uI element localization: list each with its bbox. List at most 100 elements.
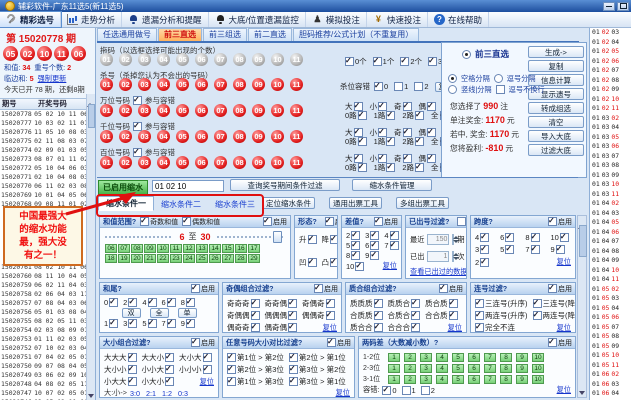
reset-link[interactable]: 复位 <box>448 323 462 333</box>
checkbox-icon[interactable] <box>227 353 236 362</box>
toolbar-item-3[interactable]: 遗漏分析和提醒 <box>122 12 209 27</box>
filter-option[interactable]: 3 <box>365 231 379 240</box>
filter-option[interactable]: 2个 <box>400 56 422 67</box>
sum-cell[interactable]: 18 <box>105 254 117 263</box>
filter-option[interactable]: 升 <box>299 234 317 245</box>
diff-cell[interactable]: 1 <box>388 353 400 362</box>
number-ball[interactable]: 07 <box>214 156 227 169</box>
table-row[interactable]: 1502077102 10 04 08 03 <box>0 173 88 182</box>
filter-option[interactable]: 凸 <box>322 257 339 268</box>
tab-1[interactable]: 任选通用做号 <box>97 28 157 41</box>
checkbox-icon[interactable] <box>358 137 367 146</box>
checkbox-icon[interactable] <box>531 233 540 242</box>
diff-cell[interactable]: 6 <box>468 364 480 373</box>
diff-cell[interactable]: 10 <box>532 375 544 384</box>
filter-option[interactable]: 两连号(降序) <box>533 310 577 321</box>
checkbox-icon[interactable] <box>167 298 176 307</box>
number-ball[interactable]: 03 <box>138 53 151 66</box>
number-ball[interactable]: 04 <box>157 104 170 117</box>
checkbox-icon[interactable] <box>203 365 212 374</box>
checkbox-icon[interactable] <box>345 57 354 66</box>
checkbox-icon[interactable] <box>496 85 505 94</box>
filter-option[interactable]: 1 <box>104 319 118 328</box>
checkbox-icon[interactable] <box>191 284 200 293</box>
checkbox-icon[interactable] <box>351 241 360 250</box>
number-ball[interactable]: 01 <box>100 53 113 66</box>
table-row[interactable]: 1502075508 02 05 11 03 <box>0 317 88 326</box>
sum-cell[interactable]: 14 <box>209 244 221 253</box>
filter-option[interactable]: 三连号(升序) <box>475 298 528 309</box>
filter-option[interactable]: 两连号(升序) <box>475 310 528 321</box>
sum-cell[interactable]: 13 <box>196 244 208 253</box>
toolbar-item-7[interactable]: ?在线帮助 <box>428 12 489 27</box>
quick-button[interactable]: 单 <box>178 308 197 318</box>
filter-option[interactable]: 第2位 > 第3位 <box>227 364 284 375</box>
filter-option[interactable]: 偶偶奇 <box>302 310 335 321</box>
number-ball[interactable]: 02 <box>119 130 132 143</box>
number-ball[interactable]: 10 <box>271 78 284 91</box>
filter-option[interactable]: 合质质 <box>350 310 383 321</box>
radio-icon[interactable] <box>448 74 457 83</box>
checkbox-icon[interactable] <box>374 323 383 332</box>
checkbox-icon[interactable] <box>251 323 260 332</box>
diff-cell[interactable]: 1 <box>388 375 400 384</box>
filter-option[interactable]: 0路 <box>345 163 367 172</box>
checkbox-icon[interactable] <box>227 365 236 374</box>
number-ball[interactable]: 06 <box>195 156 208 169</box>
quick-button[interactable]: 全 <box>150 308 169 318</box>
checkbox-icon[interactable] <box>475 323 484 332</box>
history-scrollbar[interactable] <box>86 94 95 400</box>
diff-cell[interactable]: 5 <box>452 364 464 373</box>
filter-option[interactable]: 奇 <box>394 128 412 137</box>
checkbox-icon[interactable] <box>288 299 297 308</box>
filter-option[interactable]: 2路 <box>402 137 424 146</box>
checkbox-icon[interactable] <box>148 298 157 307</box>
table-row[interactable]: 1502077205 10 04 06 03 <box>0 164 88 173</box>
checkbox-icon[interactable] <box>505 233 514 242</box>
checkbox-icon[interactable] <box>191 338 200 347</box>
checkbox-icon[interactable] <box>203 353 212 362</box>
diff-cell[interactable]: 3 <box>420 375 432 384</box>
checkbox-icon[interactable] <box>449 311 458 320</box>
filter-option[interactable]: 1路 <box>374 137 396 146</box>
checkbox-icon[interactable] <box>531 245 540 254</box>
table-row[interactable]: 1502075207 10 02 03 04 <box>0 344 88 353</box>
diff-cell[interactable]: 9 <box>516 364 528 373</box>
reset-link[interactable]: 复位 <box>200 377 214 387</box>
filter-option[interactable]: 1 <box>394 82 408 91</box>
filter-option[interactable]: 偶奇偶 <box>265 322 298 333</box>
diff-cell[interactable]: 2 <box>404 364 416 373</box>
manage-conditions-button[interactable]: 缩水条件管理 <box>352 179 432 191</box>
filter-option[interactable]: 7 <box>525 245 539 254</box>
checkbox-icon[interactable] <box>421 386 430 395</box>
checkbox-icon[interactable] <box>427 154 436 163</box>
filter-option[interactable]: 10 <box>551 233 569 242</box>
reset-link[interactable]: 复位 <box>336 388 350 398</box>
maximize-button[interactable] <box>617 2 629 11</box>
shrink-tab-3[interactable]: 缩水条件三 <box>208 198 262 211</box>
table-row[interactable]: 1502075402 03 08 09 01 <box>0 326 88 335</box>
filter-option[interactable]: 完全不连 <box>475 322 515 333</box>
table-row[interactable]: 1502075107 04 02 05 01 <box>0 353 88 362</box>
reset-link[interactable]: 复位 <box>557 257 571 267</box>
checkbox-icon[interactable] <box>308 235 317 244</box>
checkbox-icon[interactable] <box>288 323 297 332</box>
sum-cell[interactable]: 22 <box>157 254 169 263</box>
filter-option[interactable]: 大大小 <box>142 352 175 363</box>
filter-option[interactable]: 小小大 <box>142 364 175 375</box>
filter-option[interactable]: 启用 <box>548 217 572 227</box>
number-ball[interactable]: 01 <box>100 78 113 91</box>
toolbar-item-2[interactable]: 走势分析 <box>61 12 122 27</box>
number-ball[interactable]: 09 <box>252 130 265 143</box>
shrink-tool-2[interactable]: 通用出票工具 <box>329 197 382 209</box>
shrink-numbers-input[interactable] <box>152 180 224 192</box>
checkbox-icon[interactable] <box>128 319 137 328</box>
table-row[interactable]: 1502075605 01 03 08 04 <box>0 308 88 317</box>
filter-option[interactable]: 5 <box>500 245 514 254</box>
table-row[interactable]: 1502075802 06 04 03 11 <box>0 290 88 299</box>
checkbox-icon[interactable] <box>288 311 297 320</box>
checkbox-icon[interactable] <box>400 57 409 66</box>
tab-3[interactable]: 前三组选 <box>203 28 247 41</box>
filter-option[interactable]: 奇 <box>394 154 412 163</box>
checkbox-icon[interactable] <box>227 377 236 386</box>
